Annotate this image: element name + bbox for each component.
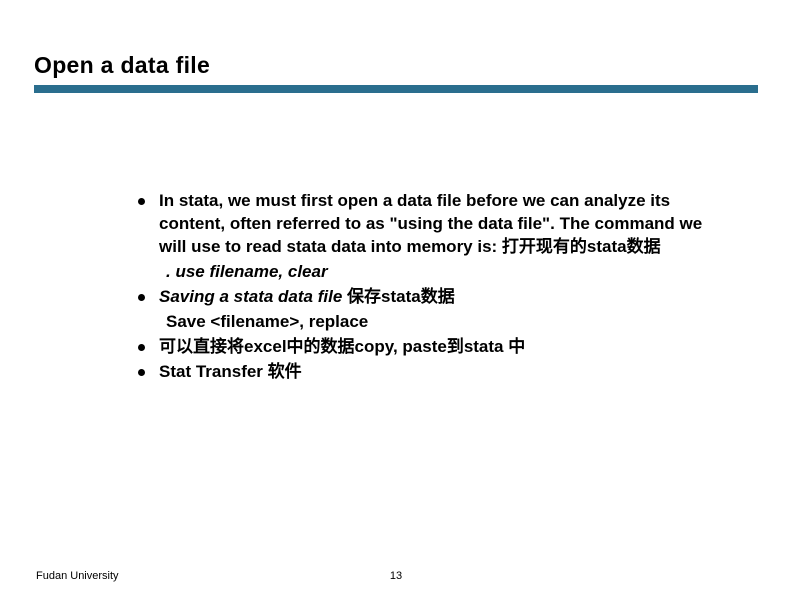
footer-organization: Fudan University [36,570,119,582]
bullet-item: 可以直接将excel中的数据copy, paste到stata 中 [138,336,708,359]
bullet-text: 可以直接将excel中的数据copy, paste到stata 中 [159,336,525,359]
bullet-item: Saving a stata data file 保存stata数据 [138,286,708,309]
bullet-subtext: . use filename, clear [166,261,708,284]
footer-page-number: 13 [390,570,402,582]
bullet-text: Stat Transfer 软件 [159,361,302,384]
bullet-item: In stata, we must first open a data file… [138,190,708,259]
bullet-item: Stat Transfer 软件 [138,361,708,384]
bullet-text-suffix: 保存stata数据 [347,287,455,306]
bullet-icon [138,369,145,376]
bullet-text-italic: Saving a stata data file [159,287,347,306]
content-area: In stata, we must first open a data file… [138,190,708,386]
slide: Open a data file In stata, we must first… [0,0,792,612]
title-underline [34,85,758,93]
bullet-text: Saving a stata data file 保存stata数据 [159,286,455,309]
bullet-subtext: Save <filename>, replace [166,311,708,334]
bullet-icon [138,294,145,301]
slide-title: Open a data file [34,52,758,79]
bullet-icon [138,198,145,205]
bullet-icon [138,344,145,351]
title-area: Open a data file [34,52,758,93]
command-text: . use filename, clear [166,262,328,281]
bullet-text: In stata, we must first open a data file… [159,190,708,259]
